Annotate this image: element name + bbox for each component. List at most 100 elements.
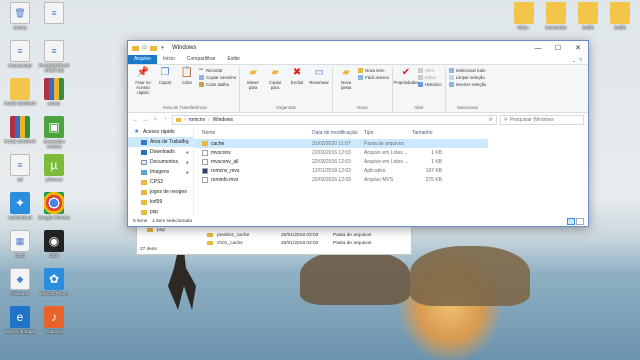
- help-icon[interactable]: ?: [579, 58, 582, 64]
- chevron-down-icon[interactable]: ⌄: [572, 58, 576, 64]
- desktop-icon-d1[interactable]: ≡ Xcutecompr: [2, 40, 38, 68]
- copy-to-button[interactable]: ▰ Copiar para: [265, 67, 285, 105]
- desktop-icon-d3[interactable]: PUXE WINRAR: [2, 116, 38, 144]
- new-folder-icon[interactable]: [150, 45, 157, 51]
- title-bar[interactable]: ☑ ▾ Windows — ☐ ✕: [128, 41, 588, 55]
- column-type[interactable]: Tipo: [364, 130, 412, 136]
- desktop-icon-ccleaner[interactable]: ◆ CCleaner: [2, 268, 38, 296]
- d3-icon: [10, 116, 30, 138]
- nav-item[interactable]: Imagens ✱: [128, 167, 193, 177]
- copy-path-button[interactable]: Copiar caminho: [199, 75, 236, 80]
- desktop-icon-r4[interactable]: kof98: [602, 2, 638, 30]
- file-row[interactable]: romcnv_mvs 12/01/2018 12:03 Aplicativo 197 …: [194, 166, 488, 175]
- breadcrumb-romcnv[interactable]: romcnv: [189, 117, 205, 123]
- details-view-button[interactable]: [567, 217, 575, 225]
- select-none-button[interactable]: Limpar seleção: [448, 75, 487, 80]
- desktop-icon-aether[interactable]: ✦ Aetherclient: [2, 192, 38, 220]
- explorer-window[interactable]: ☑ ▾ Windows — ☐ ✕ Arquivo Início Compart…: [127, 40, 589, 227]
- desktop-icon-utorrent[interactable]: µ µTorrent: [36, 154, 72, 182]
- background-window[interactable]: pnp preisle2_cache 20/01/2018 03:03 Past…: [136, 225, 412, 255]
- invert-selection-button[interactable]: Inverter seleção: [448, 82, 486, 87]
- bg-row-date: 20/01/2018 03:03: [281, 233, 319, 238]
- forward-arrow-icon[interactable]: →: [142, 117, 149, 123]
- file-name-cell: romcnv_mvs: [202, 167, 312, 174]
- minimize-button[interactable]: —: [528, 41, 548, 55]
- desktop-icon-gta[interactable]: ▦ Gta5: [2, 230, 38, 258]
- nav-item[interactable]: Documentos ✱: [128, 157, 193, 167]
- desktop-icon-recycle[interactable]: 🗑 Lixeira: [2, 2, 38, 30]
- tab-share[interactable]: Compartilhar: [181, 55, 222, 64]
- file-row[interactable]: rominfo.mvs 22/03/2016 12:03 Arquivo MVS 27…: [194, 175, 488, 184]
- pin-quick-access-button[interactable]: 📌 Fixar no Acesso rápido: [133, 67, 153, 105]
- delete-button[interactable]: ✖ Excluir: [287, 67, 307, 105]
- sketch-icon: ✿: [44, 268, 64, 290]
- search-box[interactable]: ⚲ Pesquisar Windows: [500, 115, 584, 125]
- paste-button[interactable]: 📋 Colar: [177, 67, 197, 105]
- file-size: 275 KB: [425, 176, 442, 183]
- file-date: 31/03/2020 11:07: [312, 140, 351, 147]
- file-row[interactable]: cache 31/03/2020 11:07 Pasta de arquivos: [194, 139, 488, 148]
- bg-row[interactable]: ch01_cache 20/01/2018 03:03 Pasta de arq…: [207, 241, 371, 246]
- easy-access-button[interactable]: Fácil acesso: [358, 75, 389, 80]
- desktop-icon-r3[interactable]: kof98: [570, 2, 606, 30]
- desktop-icon-pzip[interactable]: ≡ PUXEWINRAR 4TUR M3: [36, 40, 72, 73]
- close-button[interactable]: ✕: [568, 41, 588, 55]
- properties-button[interactable]: ✔ Propriedades: [394, 67, 419, 105]
- nav-item[interactable]: kof99: [128, 197, 193, 207]
- recent-chevron-icon[interactable]: ˅: [152, 117, 159, 123]
- d1-icon: ≡: [10, 40, 30, 62]
- bg-row[interactable]: pnp: [147, 228, 165, 233]
- checkbox-icon[interactable]: ☑: [141, 45, 148, 51]
- file-row[interactable]: mvsconv 22/03/2016 12:03 Arquivo em Lotes …: [194, 148, 488, 157]
- select-all-button[interactable]: Selecionar tudo: [448, 68, 487, 73]
- chevron-down-icon[interactable]: ▾: [159, 45, 166, 51]
- tab-home[interactable]: Início: [157, 55, 181, 64]
- desktop-icon-chrome[interactable]: Google Chrome: [36, 192, 72, 220]
- maximize-button[interactable]: ☐: [548, 41, 568, 55]
- desktop-icon-label: Greenshot Actions: [43, 139, 65, 149]
- file-row[interactable]: mvsconv_all 22/03/2016 12:03 Arquivo em Lo…: [194, 157, 488, 166]
- back-arrow-icon[interactable]: ←: [132, 117, 139, 123]
- move-to-button[interactable]: ▰ Mover para: [243, 67, 263, 105]
- edit-button[interactable]: Editar: [417, 75, 442, 80]
- refresh-icon[interactable]: ⟳: [489, 117, 496, 123]
- desktop-icon-audacity[interactable]: ♪ Audacity: [36, 306, 72, 334]
- nav-item[interactable]: CPS2: [128, 177, 193, 187]
- column-date[interactable]: Data de modificação: [312, 130, 364, 136]
- new-folder-button[interactable]: ▰ Nova pasta: [336, 67, 356, 105]
- desktop-icon-d2[interactable]: PUXE WINRAR: [2, 78, 38, 106]
- desktop-icon-edge[interactable]: e Microsoft Edge: [2, 306, 38, 334]
- desktop-icon-d4[interactable]: ≡ ad: [2, 154, 38, 182]
- tab-file[interactable]: Arquivo: [128, 55, 157, 64]
- bg-row[interactable]: preisle2_cache 20/01/2018 03:03 Pasta de…: [207, 233, 371, 238]
- column-size[interactable]: Tamanho: [412, 130, 442, 136]
- open-button[interactable]: Abrir: [417, 68, 442, 73]
- bg-row-date: 20/01/2018 03:03: [281, 241, 319, 246]
- history-button[interactable]: Histórico: [417, 82, 442, 87]
- breadcrumb-windows[interactable]: Windows: [213, 117, 233, 123]
- nav-item[interactable]: jogos de neogeo: [128, 187, 193, 197]
- rename-button[interactable]: ▭ Renomear: [309, 67, 329, 105]
- copy-button[interactable]: ❐ Copiar: [155, 67, 175, 105]
- address-field[interactable]: › romcnv › Windows ⟳: [172, 115, 497, 125]
- file-icon: [202, 158, 208, 165]
- up-arrow-icon[interactable]: ↑: [162, 117, 169, 123]
- desktop-icon-r1[interactable]: Hb1c..: [506, 2, 542, 30]
- desktop-icon-greenapp[interactable]: ▣ Greenshot Actions: [36, 116, 72, 149]
- paste-shortcut-button[interactable]: Colar atalho: [199, 82, 236, 87]
- nav-item[interactable]: Downloads ✱: [128, 147, 193, 157]
- column-name[interactable]: Nome: [202, 130, 312, 136]
- desktop-icon-obs[interactable]: ◉ OBS: [36, 230, 72, 258]
- large-icons-view-button[interactable]: [576, 217, 584, 225]
- desktop-icon-sketch[interactable]: ✿ MAGIX Photo: [36, 268, 72, 296]
- desktop-icon-winrar[interactable]: winrar: [36, 78, 72, 106]
- desktop-icon-pdoc[interactable]: ≡: [36, 2, 72, 25]
- new-item-label: Novo item: [365, 68, 385, 73]
- navigation-pane: ★ Acesso rápido Área de Trabalho ✱ Downloads…: [128, 127, 194, 216]
- nav-item[interactable]: Área de Trabalho ✱: [128, 137, 193, 147]
- desktop-icon-r2[interactable]: ttoacombe: [538, 2, 574, 30]
- nav-item[interactable]: ★ Acesso rápido: [128, 127, 193, 137]
- new-item-button[interactable]: Novo item: [358, 68, 389, 73]
- tab-view[interactable]: Exibir: [222, 55, 247, 64]
- cut-button[interactable]: ✂ Recortar: [199, 68, 236, 74]
